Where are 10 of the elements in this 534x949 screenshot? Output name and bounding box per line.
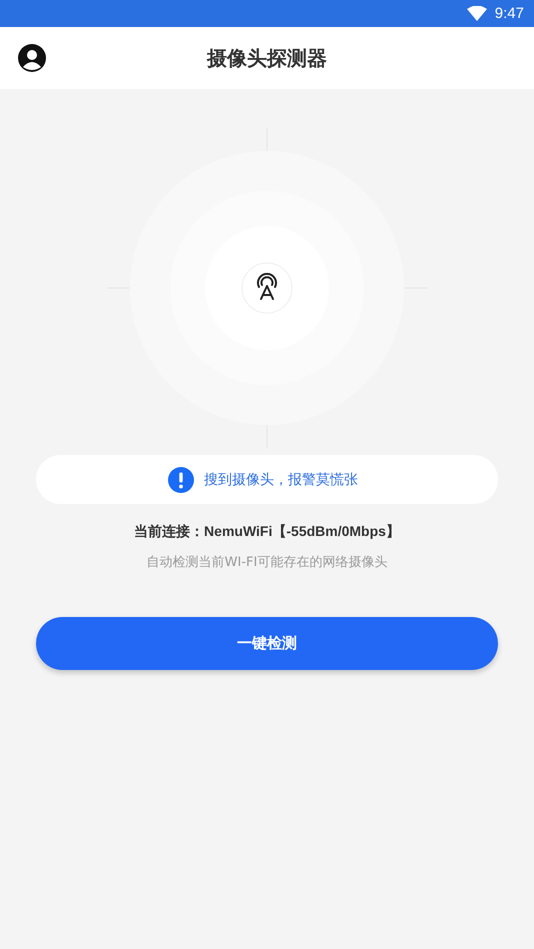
profile-icon[interactable] [18,44,46,72]
scan-button[interactable]: 一键检测 [36,617,498,670]
clock-time: 9:47 [494,5,524,22]
hint-text: 自动检测当前WI-FI可能存在的网络摄像头 [146,554,388,571]
connection-label: 当前连接： [134,523,204,539]
network-name: NemuWiFi【-55dBm/0Mbps】 [204,523,400,539]
page-title: 摄像头探测器 [207,44,327,72]
wifi-icon [466,6,487,22]
alert-message: 搜到摄像头，报警莫慌张 [204,470,358,488]
warning-icon [168,466,194,492]
